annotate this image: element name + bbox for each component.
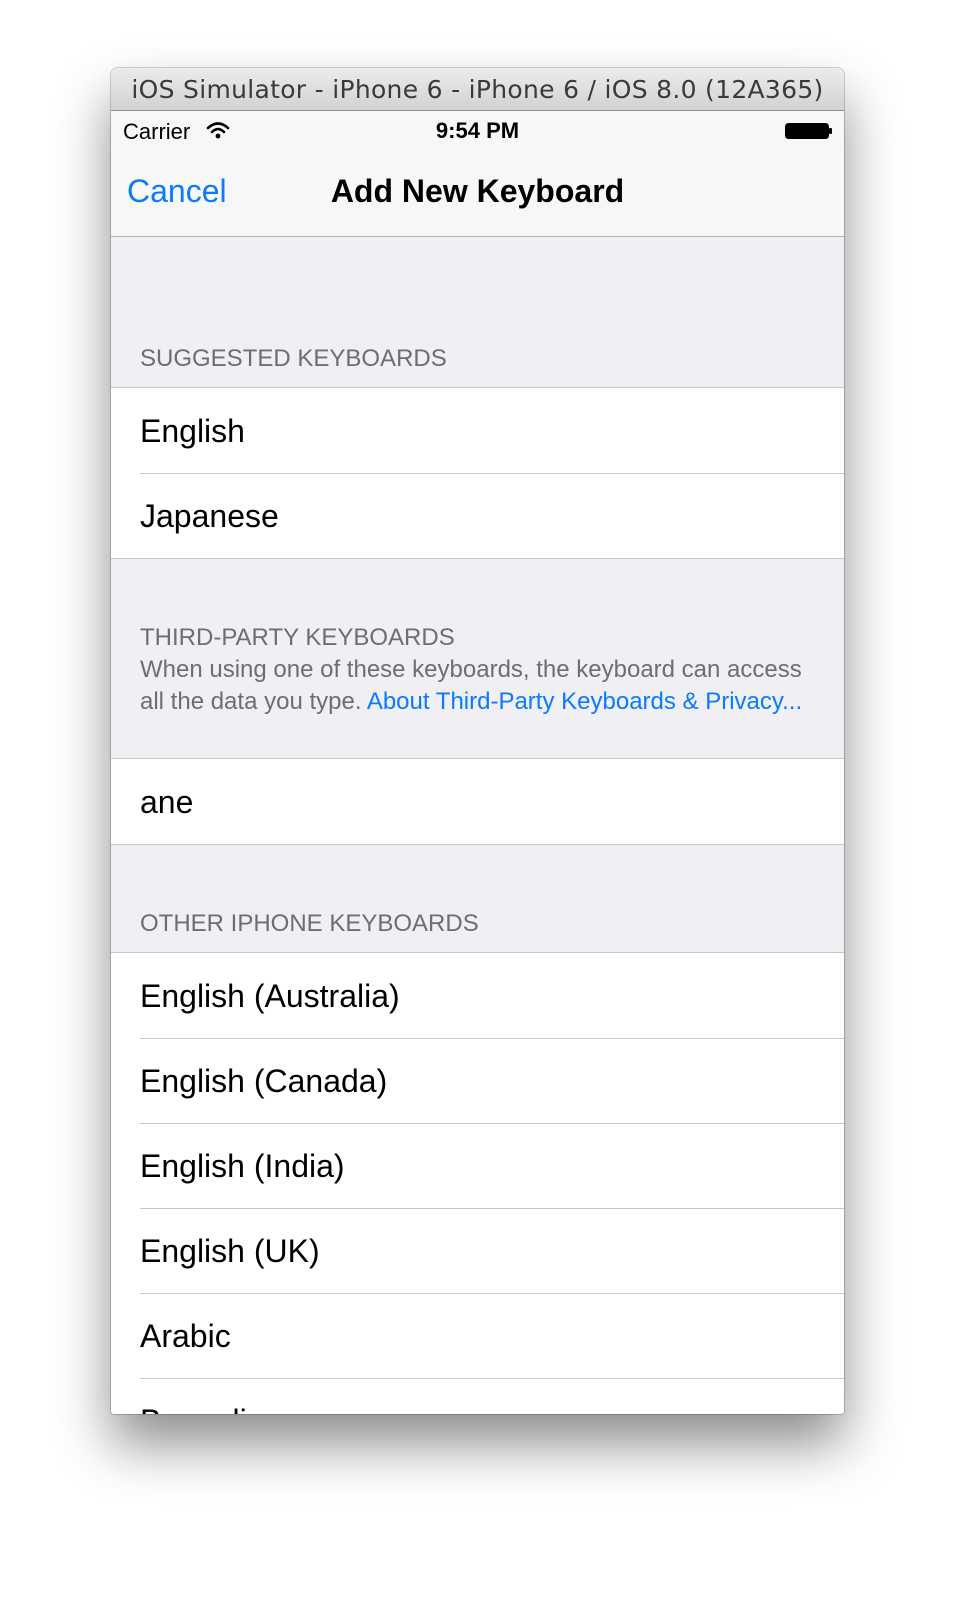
list-item-label: English (India) (140, 1148, 345, 1184)
third-party-privacy-link[interactable]: About Third-Party Keyboards & Privacy... (367, 688, 802, 715)
page-title: Add New Keyboard (330, 173, 625, 209)
section-header-suggested: SUGGESTED KEYBOARDS (140, 345, 447, 372)
list-item-label: Arabic (140, 1318, 231, 1354)
list-item[interactable]: English (Canada) (111, 1038, 844, 1123)
list-item[interactable]: English (UK) (111, 1208, 844, 1293)
list-item[interactable]: English (Australia) (111, 953, 844, 1038)
window-title-bar[interactable]: iOS Simulator - iPhone 6 - iPhone 6 / iO… (111, 68, 844, 111)
window-title: iOS Simulator - iPhone 6 - iPhone 6 / iO… (131, 75, 824, 104)
list-item[interactable]: Arabic (111, 1293, 844, 1378)
list-item-label: English (Canada) (140, 1063, 388, 1099)
list-item-label: Japanese (140, 498, 279, 534)
simulator-window: iOS Simulator - iPhone 6 - iPhone 6 / iO… (111, 68, 844, 1414)
third-party-keyboards-list: ane (111, 758, 844, 845)
section-header-third-party: THIRD-PARTY KEYBOARDS (140, 624, 455, 651)
third-party-description: When using one of these keyboards, the k… (140, 654, 820, 717)
battery-icon (785, 123, 832, 139)
list-item-label: English (Australia) (140, 978, 400, 1014)
list-item[interactable]: ane (111, 759, 844, 844)
navigation-bar: Carrier 9:54 PM Cancel Add New Keyboard (111, 111, 844, 237)
device-screen: Carrier 9:54 PM Cancel Add New Keyboard … (111, 111, 844, 1414)
list-item-label: Bengali (140, 1403, 247, 1414)
list-item-label: English (UK) (140, 1233, 320, 1269)
list-item[interactable]: Japanese (111, 473, 844, 558)
list-item-label: ane (140, 784, 194, 820)
status-time: 9:54 PM (435, 118, 520, 143)
suggested-keyboards-list: English Japanese (111, 387, 844, 559)
list-item[interactable]: Bengali (111, 1378, 844, 1414)
section-header-other: OTHER IPHONE KEYBOARDS (140, 910, 479, 937)
list-item[interactable]: English (India) (111, 1123, 844, 1208)
status-bar: Carrier 9:54 PM (111, 111, 844, 151)
list-item[interactable]: English (111, 388, 844, 473)
other-keyboards-list: English (Australia) English (Canada) Eng… (111, 952, 844, 1414)
list-item-label: English (140, 413, 245, 449)
